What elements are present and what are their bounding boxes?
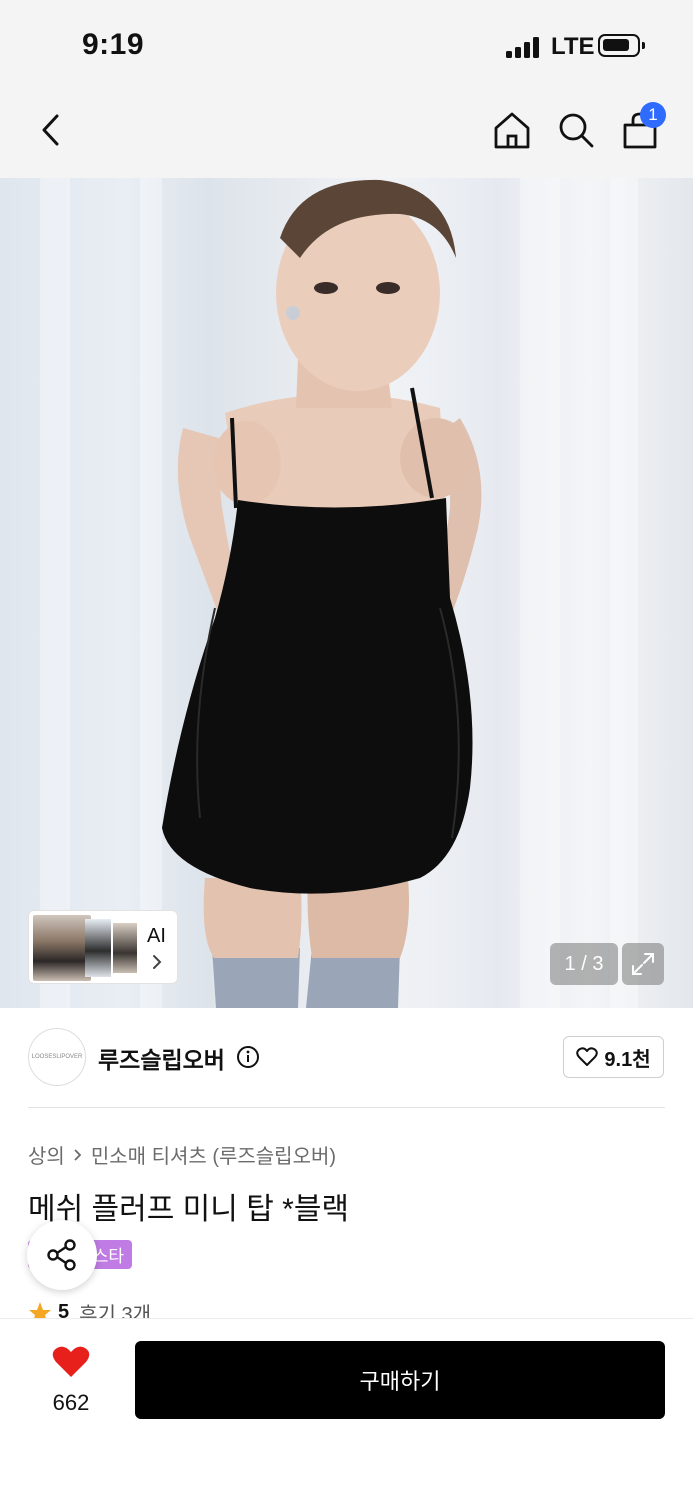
breadcrumb-category[interactable]: 상의 [28, 1140, 65, 1169]
search-button[interactable] [554, 108, 598, 152]
product-image-carousel[interactable]: AI 1 / 3 [0, 178, 693, 1008]
info-icon[interactable] [236, 1045, 260, 1069]
product-title: 메쉬 플러프 미니 탑 *블랙 [28, 1193, 350, 1226]
brand-name[interactable]: 루즈슬립오버 [98, 1041, 225, 1075]
cart-button[interactable]: 1 [618, 102, 666, 152]
heart-outline-icon [576, 1047, 599, 1066]
network-type: LTE [551, 33, 595, 60]
tag-label: 스타 [92, 1247, 124, 1266]
chevron-right-icon [74, 1148, 82, 1161]
battery-icon [598, 34, 645, 57]
chevron-right-icon [153, 955, 162, 969]
wishlist-button[interactable]: 662 [40, 1345, 102, 1416]
home-button[interactable] [490, 108, 534, 152]
expand-image-button[interactable] [622, 943, 664, 985]
brand-logo[interactable]: LOOSESLIPOVER [28, 1028, 86, 1086]
thumbnail-image [113, 923, 137, 973]
buy-button[interactable]: 구매하기 [135, 1341, 665, 1419]
share-icon [47, 1239, 76, 1271]
cart-count-badge: 1 [640, 102, 666, 128]
signal-icon [506, 36, 542, 58]
product-model-photo [162, 179, 482, 1008]
expand-icon [632, 953, 654, 975]
wishlist-count: 662 [52, 1390, 90, 1415]
search-icon [559, 113, 594, 148]
divider [28, 1107, 665, 1108]
chevron-left-icon [42, 114, 59, 146]
image-page-indicator: 1 / 3 [550, 943, 618, 985]
home-icon [494, 112, 530, 149]
brand-like-count: 9.1천 [604, 1048, 651, 1071]
bottom-action-bar: 662 구매하기 [0, 1318, 693, 1500]
thumbnail-image [85, 919, 111, 977]
back-button[interactable] [28, 108, 72, 152]
thumbnail-image [33, 915, 91, 981]
brand-like-button[interactable]: 9.1천 [563, 1036, 664, 1078]
top-navigation: 1 [0, 90, 693, 178]
share-button[interactable] [27, 1220, 97, 1290]
status-time: 9:19 [82, 28, 145, 61]
breadcrumb: 상의 민소매 티셔츠 (루즈슬립오버) [28, 1140, 336, 1169]
breadcrumb-subcategory[interactable]: 민소매 티셔츠 (루즈슬립오버) [91, 1140, 336, 1169]
ai-label: AI [147, 925, 166, 947]
status-bar: 9:19 LTE [0, 0, 693, 90]
ai-styling-thumbnail[interactable]: AI [28, 910, 178, 984]
heart-filled-icon [52, 1346, 90, 1377]
